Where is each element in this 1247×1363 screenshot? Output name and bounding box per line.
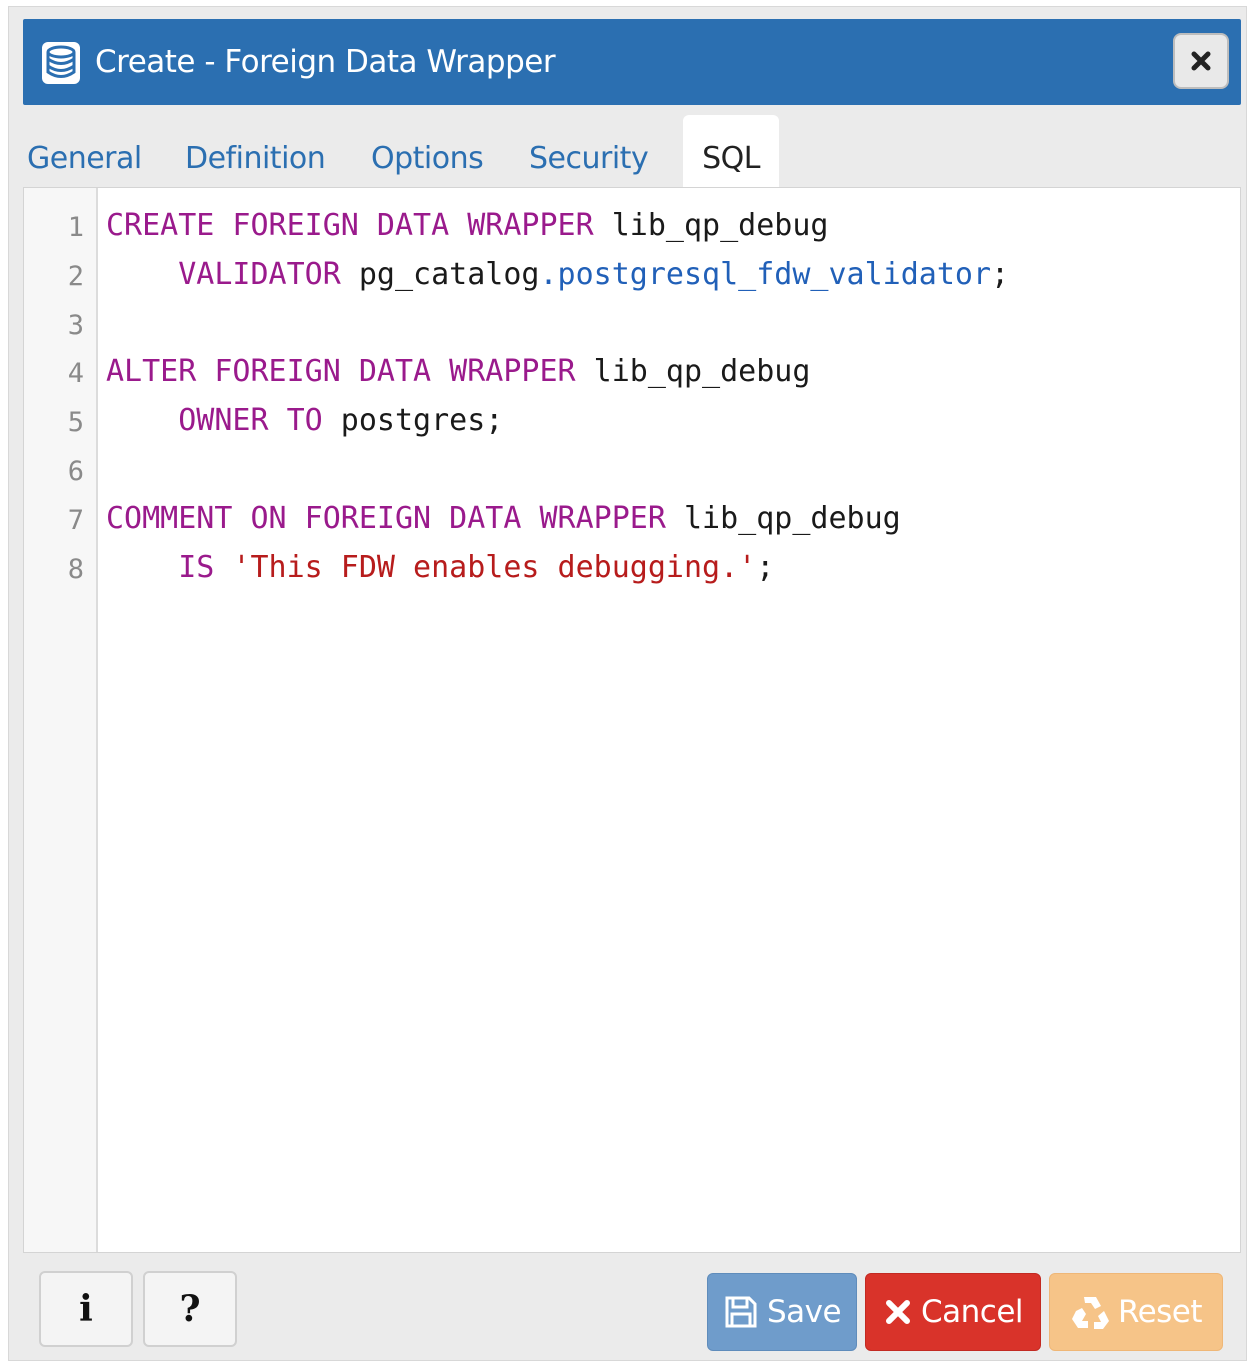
line-number: 4: [67, 358, 84, 390]
line-number: 2: [67, 260, 84, 292]
code-line: ALTER FOREIGN DATA WRAPPER lib_qp_debug: [106, 348, 810, 396]
info-button[interactable]: i: [39, 1271, 133, 1347]
sql-text: pg_catalog: [340, 256, 540, 292]
sql-function: .postgresql_fdw_validator: [539, 256, 992, 292]
sql-text: ;: [991, 256, 1010, 292]
sql-keyword: COMMENT ON FOREIGN DATA WRAPPER: [106, 500, 666, 536]
line-number: 7: [67, 504, 84, 536]
sql-text: lib_qp_debug: [593, 208, 829, 243]
sql-text: lib_qp_debug: [665, 500, 901, 536]
save-label: Save: [766, 1294, 842, 1330]
tab-options[interactable]: Options: [371, 115, 484, 187]
line-number-gutter: 1 2 3 4 5 6 7 8: [24, 188, 98, 1252]
database-icon: [42, 42, 80, 84]
cancel-button[interactable]: Cancel: [865, 1273, 1041, 1351]
tab-definition[interactable]: Definition: [185, 115, 326, 187]
sql-string: 'This FDW enables debugging.': [232, 549, 757, 585]
save-button[interactable]: Save: [707, 1273, 857, 1351]
line-number: 5: [67, 407, 84, 439]
close-button[interactable]: [1173, 33, 1229, 89]
close-icon: [1191, 51, 1211, 71]
reset-label: Reset: [1117, 1294, 1203, 1330]
line-number: 1: [67, 212, 84, 243]
line-number: 3: [67, 309, 84, 341]
code-line: IS 'This FDW enables debugging.';: [106, 544, 774, 592]
line-number: 6: [67, 456, 84, 487]
dialog-footer: i ? Save Cancel Reset: [23, 1259, 1241, 1359]
sql-keyword: IS: [178, 549, 215, 585]
line-number: 8: [67, 553, 84, 585]
tab-sql[interactable]: SQL: [683, 115, 779, 187]
dialog-title: Create - Foreign Data Wrapper: [95, 44, 556, 80]
sql-keyword: CREATE FOREIGN DATA WRAPPER: [106, 208, 594, 243]
recycle-icon: [1071, 1297, 1109, 1329]
sql-text: ;: [756, 549, 775, 585]
code-line: CREATE FOREIGN DATA WRAPPER lib_qp_debug: [106, 202, 828, 250]
sql-editor[interactable]: 1 2 3 4 5 6 7 8 CREATE FOREIGN DATA WRAPPER lib…: [23, 187, 1241, 1253]
tab-general[interactable]: General: [27, 115, 142, 187]
close-icon: [885, 1300, 910, 1324]
dialog-titlebar: Create - Foreign Data Wrapper: [23, 19, 1241, 105]
dialog: Create - Foreign Data Wrapper General De…: [8, 6, 1247, 1361]
tab-security[interactable]: Security: [529, 115, 649, 187]
help-button[interactable]: ?: [143, 1271, 237, 1347]
sql-keyword: VALIDATOR: [178, 256, 341, 292]
code-line: VALIDATOR pg_catalog.postgresql_fdw_vali…: [106, 251, 1009, 299]
sql-text: lib_qp_debug: [575, 354, 811, 390]
cancel-label: Cancel: [920, 1294, 1024, 1330]
save-icon: [725, 1296, 757, 1328]
tab-bar: General Definition Options Security SQL: [23, 115, 1241, 187]
reset-button[interactable]: Reset: [1049, 1273, 1223, 1351]
code-line: COMMENT ON FOREIGN DATA WRAPPER lib_qp_d…: [106, 495, 901, 543]
code-line: OWNER TO postgres;: [106, 397, 503, 445]
sql-keyword: ALTER FOREIGN DATA WRAPPER: [106, 354, 576, 390]
sql-keyword: OWNER TO: [178, 403, 323, 439]
sql-text: postgres;: [322, 403, 504, 439]
